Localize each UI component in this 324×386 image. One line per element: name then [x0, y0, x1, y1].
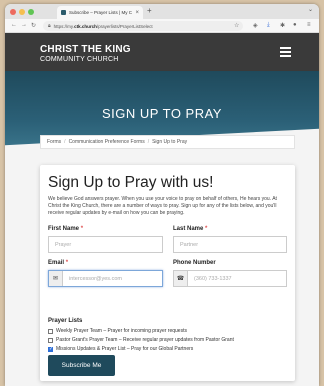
envelope-icon: ✉	[49, 271, 63, 286]
minimize-window-button[interactable]	[19, 9, 25, 15]
first-name-placeholder: Prayer	[55, 241, 72, 248]
phone-label: Phone Number	[173, 260, 216, 266]
subscribe-button[interactable]: Subscribe Me	[48, 355, 115, 376]
list-item[interactable]: Pastor Grant's Prayer Team – Receive reg…	[48, 337, 234, 343]
forward-icon[interactable]: →	[21, 22, 27, 28]
back-icon[interactable]: ←	[11, 22, 17, 28]
browser-window: Subscribe – Prayer Lists | My Ch × + ⌄ ←…	[5, 4, 319, 386]
breadcrumb-separator: /	[64, 139, 66, 145]
page-title: SIGN UP TO PRAY	[102, 106, 222, 121]
browser-menu-icon[interactable]: ≡	[307, 22, 311, 28]
email-field[interactable]: ✉ intercessor@yes.com	[48, 270, 163, 287]
favicon-icon	[61, 10, 66, 15]
last-name-field[interactable]: Partner	[173, 236, 287, 253]
weekly-prayer-team-checkbox[interactable]	[48, 328, 53, 334]
hamburger-menu-icon[interactable]	[280, 47, 291, 59]
breadcrumb-current: Sign Up to Pray	[152, 139, 188, 145]
address-toolbar: ← → ↻ 🔒︎ https://my.ctk.church/prayerlis…	[5, 19, 319, 33]
email-placeholder: intercessor@yes.com	[69, 275, 122, 282]
lock-icon: 🔒︎	[48, 23, 51, 29]
shield-icon[interactable]: ◈	[253, 22, 258, 29]
new-tab-button[interactable]: +	[147, 6, 152, 15]
site-logo-subtitle[interactable]: COMMUNITY CHURCH	[40, 56, 119, 63]
email-label: Email *	[48, 260, 69, 266]
first-name-field[interactable]: Prayer	[48, 236, 163, 253]
account-icon[interactable]: ●	[293, 22, 297, 28]
site-logo-name[interactable]: CHRIST THE KING	[40, 44, 131, 55]
first-name-label: First Name *	[48, 226, 84, 232]
phone-field[interactable]: ☎ (360) 733-1337	[173, 270, 287, 287]
tab-strip: Subscribe – Prayer Lists | My Ch × + ⌄	[5, 4, 319, 19]
browser-tab[interactable]: Subscribe – Prayer Lists | My Ch ×	[57, 6, 143, 19]
url-bar[interactable]: 🔒︎ https://my.ctk.church/prayerlists/Pra…	[43, 21, 243, 31]
phone-placeholder: (360) 733-1337	[194, 275, 232, 282]
breadcrumb: Forms / Communication Preference Forms /…	[40, 135, 295, 149]
site-header: CHRIST THE KING COMMUNITY CHURCH	[5, 33, 319, 71]
list-item-label: Missions Updates & Prayer List – Pray fo…	[56, 346, 194, 352]
extension-icon[interactable]: ✱	[280, 22, 285, 29]
bookmark-star-icon[interactable]: ☆	[234, 22, 239, 29]
breadcrumb-separator: /	[147, 139, 150, 145]
list-item-label: Weekly Prayer Team – Prayer for incoming…	[56, 328, 187, 334]
breadcrumb-communication-preference-forms[interactable]: Communication Preference Forms	[69, 139, 145, 145]
signup-form-card: Sign Up to Pray with us! We believe God …	[40, 165, 295, 381]
breadcrumb-forms[interactable]: Forms	[47, 139, 61, 145]
tab-title: Subscribe – Prayer Lists | My Ch	[69, 10, 133, 15]
prayer-lists-label: Prayer Lists	[48, 318, 83, 324]
form-title: Sign Up to Pray with us!	[48, 174, 214, 191]
phone-icon: ☎	[174, 271, 188, 286]
list-item-label: Pastor Grant's Prayer Team – Receive reg…	[56, 337, 234, 343]
maximize-window-button[interactable]	[28, 9, 34, 15]
last-name-label: Last Name *	[173, 226, 208, 232]
reload-icon[interactable]: ↻	[31, 22, 36, 29]
url-text: https://my.ctk.church/prayerlists/Prayer…	[53, 23, 153, 29]
form-intro: We believe God answers prayer. When you …	[48, 196, 277, 216]
tab-list-icon[interactable]: ⌄	[308, 6, 313, 13]
close-window-button[interactable]	[10, 9, 16, 15]
missions-updates-checkbox[interactable]	[48, 346, 53, 352]
last-name-placeholder: Partner	[180, 241, 199, 248]
list-item[interactable]: Weekly Prayer Team – Prayer for incoming…	[48, 328, 187, 334]
tab-close-icon[interactable]: ×	[135, 10, 139, 16]
pastor-grant-prayer-team-checkbox[interactable]	[48, 337, 53, 343]
download-icon[interactable]: ⤓	[267, 22, 270, 29]
list-item[interactable]: Missions Updates & Prayer List – Pray fo…	[48, 346, 193, 352]
